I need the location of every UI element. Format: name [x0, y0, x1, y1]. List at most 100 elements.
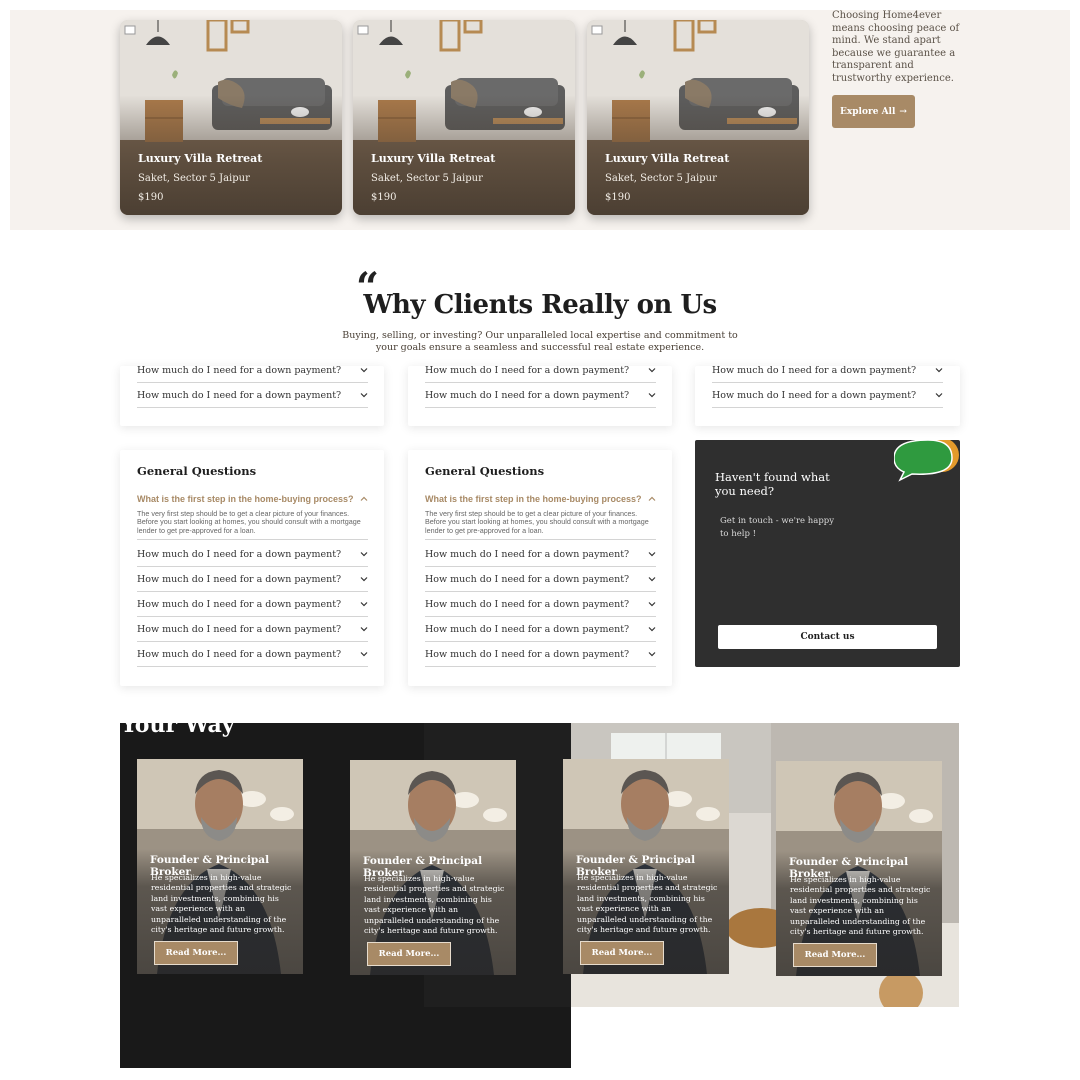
property-price: $190 — [138, 192, 164, 203]
faq-question: How much do I need for a down payment? — [425, 364, 630, 376]
faq-item-expanded[interactable]: What is the first step in the home-buyin… — [137, 494, 368, 504]
faq-question: How much do I need for a down payment? — [137, 364, 342, 376]
faq-question: What is the first step in the home-buyin… — [137, 494, 354, 504]
property-title: Luxury Villa Retreat — [371, 152, 496, 165]
chevron-down-icon — [935, 368, 943, 373]
faq-item[interactable]: How much do I need for a down payment? — [425, 358, 656, 383]
property-location: Saket, Sector 5 Jaipur — [371, 173, 483, 184]
chevron-up-icon — [360, 496, 368, 501]
chevron-down-icon — [648, 368, 656, 373]
faq-answer: The very first step should be to get a c… — [137, 509, 361, 535]
faq-question: How much do I need for a down payment? — [712, 364, 917, 376]
faq-card: How much do I need for a down payment? H… — [120, 365, 384, 426]
property-price: $190 — [371, 192, 397, 203]
faq-item[interactable]: How much do I need for a down payment? — [137, 642, 368, 667]
faq-item[interactable]: How much do I need for a down payment? — [137, 617, 368, 642]
chevron-down-icon — [648, 602, 656, 607]
faq-question: How much do I need for a down payment? — [137, 573, 342, 585]
faq-question: How much do I need for a down payment? — [137, 598, 342, 610]
faq-item[interactable]: How much do I need for a down payment? — [425, 567, 656, 592]
faq-item[interactable]: How much do I need for a down payment? — [137, 383, 368, 408]
faq-question: How much do I need for a down payment? — [137, 648, 342, 660]
faq-question: How much do I need for a down payment? — [425, 648, 630, 660]
faq-item[interactable]: How much do I need for a down payment? — [137, 567, 368, 592]
broker-description: He specializes in high-value residential… — [364, 874, 505, 936]
read-more-button[interactable]: Read More... — [367, 942, 451, 966]
faq-question: How much do I need for a down payment? — [425, 389, 630, 401]
broker-description: He specializes in high-value residential… — [790, 875, 931, 937]
section-title: Why Clients Really on Us — [363, 290, 717, 320]
faq-heading: General Questions — [425, 464, 545, 478]
chat-bubbles-icon — [894, 440, 959, 482]
faq-item[interactable]: How much do I need for a down payment? — [137, 542, 368, 567]
chevron-up-icon — [648, 496, 656, 501]
faq-item[interactable]: How much do I need for a down payment? — [712, 383, 943, 408]
faq-item[interactable]: How much do I need for a down payment? — [425, 642, 656, 667]
explore-all-label: Explore All — [840, 106, 896, 117]
faq-question: How much do I need for a down payment? — [425, 548, 630, 560]
chevron-down-icon — [648, 627, 656, 632]
property-card[interactable]: Luxury Villa Retreat Saket, Sector 5 Jai… — [587, 20, 809, 215]
explore-all-button[interactable]: Explore All → — [832, 95, 915, 128]
chevron-down-icon — [360, 602, 368, 607]
faq-heading: General Questions — [137, 464, 257, 478]
faq-question: How much do I need for a down payment? — [137, 548, 342, 560]
faq-card: How much do I need for a down payment? H… — [408, 365, 672, 426]
faq-question: How much do I need for a down payment? — [425, 598, 630, 610]
property-title: Luxury Villa Retreat — [605, 152, 730, 165]
broker-card: Founder & Principal Broker He specialize… — [137, 759, 303, 974]
properties-section: Luxury Villa Retreat Saket, Sector 5 Jai… — [10, 10, 1070, 230]
broker-card: Founder & Principal Broker He specialize… — [563, 759, 729, 974]
broker-description: He specializes in high-value residential… — [577, 873, 718, 935]
chevron-down-icon — [360, 577, 368, 582]
property-location: Saket, Sector 5 Jaipur — [605, 173, 717, 184]
chevron-down-icon — [360, 627, 368, 632]
faq-item[interactable]: How much do I need for a down payment? — [712, 358, 943, 383]
faq-question: How much do I need for a down payment? — [425, 623, 630, 635]
faq-card: How much do I need for a down payment? H… — [695, 365, 960, 426]
arrow-right-icon: → — [899, 106, 907, 117]
faq-card: General Questions What is the first step… — [120, 450, 384, 686]
chevron-down-icon — [648, 652, 656, 657]
help-card: Haven't found what you need? Get in touc… — [695, 440, 960, 667]
chevron-down-icon — [360, 368, 368, 373]
faq-item[interactable]: How much do I need for a down payment? — [137, 592, 368, 617]
faq-item[interactable]: How much do I need for a down payment? — [425, 592, 656, 617]
chevron-down-icon — [360, 652, 368, 657]
divider — [425, 539, 656, 540]
help-subtitle: Get in touch - we're happy to help ! — [720, 516, 835, 539]
chevron-down-icon — [648, 577, 656, 582]
chevron-down-icon — [648, 393, 656, 398]
help-title: Haven't found what you need? — [715, 470, 830, 498]
faq-question: How much do I need for a down payment? — [712, 389, 917, 401]
faq-answer: The very first step should be to get a c… — [425, 509, 649, 535]
broker-card: Founder & Principal Broker He specialize… — [350, 760, 516, 975]
faq-item[interactable]: How much do I need for a down payment? — [425, 617, 656, 642]
property-title: Luxury Villa Retreat — [138, 152, 263, 165]
read-more-button[interactable]: Read More... — [154, 941, 238, 965]
read-more-button[interactable]: Read More... — [793, 943, 877, 967]
read-more-button[interactable]: Read More... — [580, 941, 664, 965]
broker-card: Founder & Principal Broker He specialize… — [776, 761, 942, 976]
chevron-down-icon — [360, 393, 368, 398]
chevron-down-icon — [360, 552, 368, 557]
faq-item[interactable]: How much do I need for a down payment? — [425, 542, 656, 567]
chevron-down-icon — [935, 393, 943, 398]
team-heading: Your Way — [121, 712, 235, 738]
section-subtitle: Buying, selling, or investing? Our unpar… — [342, 330, 738, 353]
faq-question: How much do I need for a down payment? — [137, 623, 342, 635]
divider — [137, 539, 368, 540]
properties-description: Choosing Home4ever means choosing peace … — [832, 10, 960, 84]
chevron-down-icon — [648, 552, 656, 557]
property-card[interactable]: Luxury Villa Retreat Saket, Sector 5 Jai… — [353, 20, 575, 215]
faq-card: General Questions What is the first step… — [408, 450, 672, 686]
faq-question: How much do I need for a down payment? — [137, 389, 342, 401]
property-price: $190 — [605, 192, 631, 203]
property-card[interactable]: Luxury Villa Retreat Saket, Sector 5 Jai… — [120, 20, 342, 215]
faq-question: How much do I need for a down payment? — [425, 573, 630, 585]
faq-item[interactable]: How much do I need for a down payment? — [137, 358, 368, 383]
faq-question: What is the first step in the home-buyin… — [425, 494, 642, 504]
contact-us-button[interactable]: Contact us — [718, 625, 937, 649]
faq-item-expanded[interactable]: What is the first step in the home-buyin… — [425, 494, 656, 504]
faq-item[interactable]: How much do I need for a down payment? — [425, 383, 656, 408]
